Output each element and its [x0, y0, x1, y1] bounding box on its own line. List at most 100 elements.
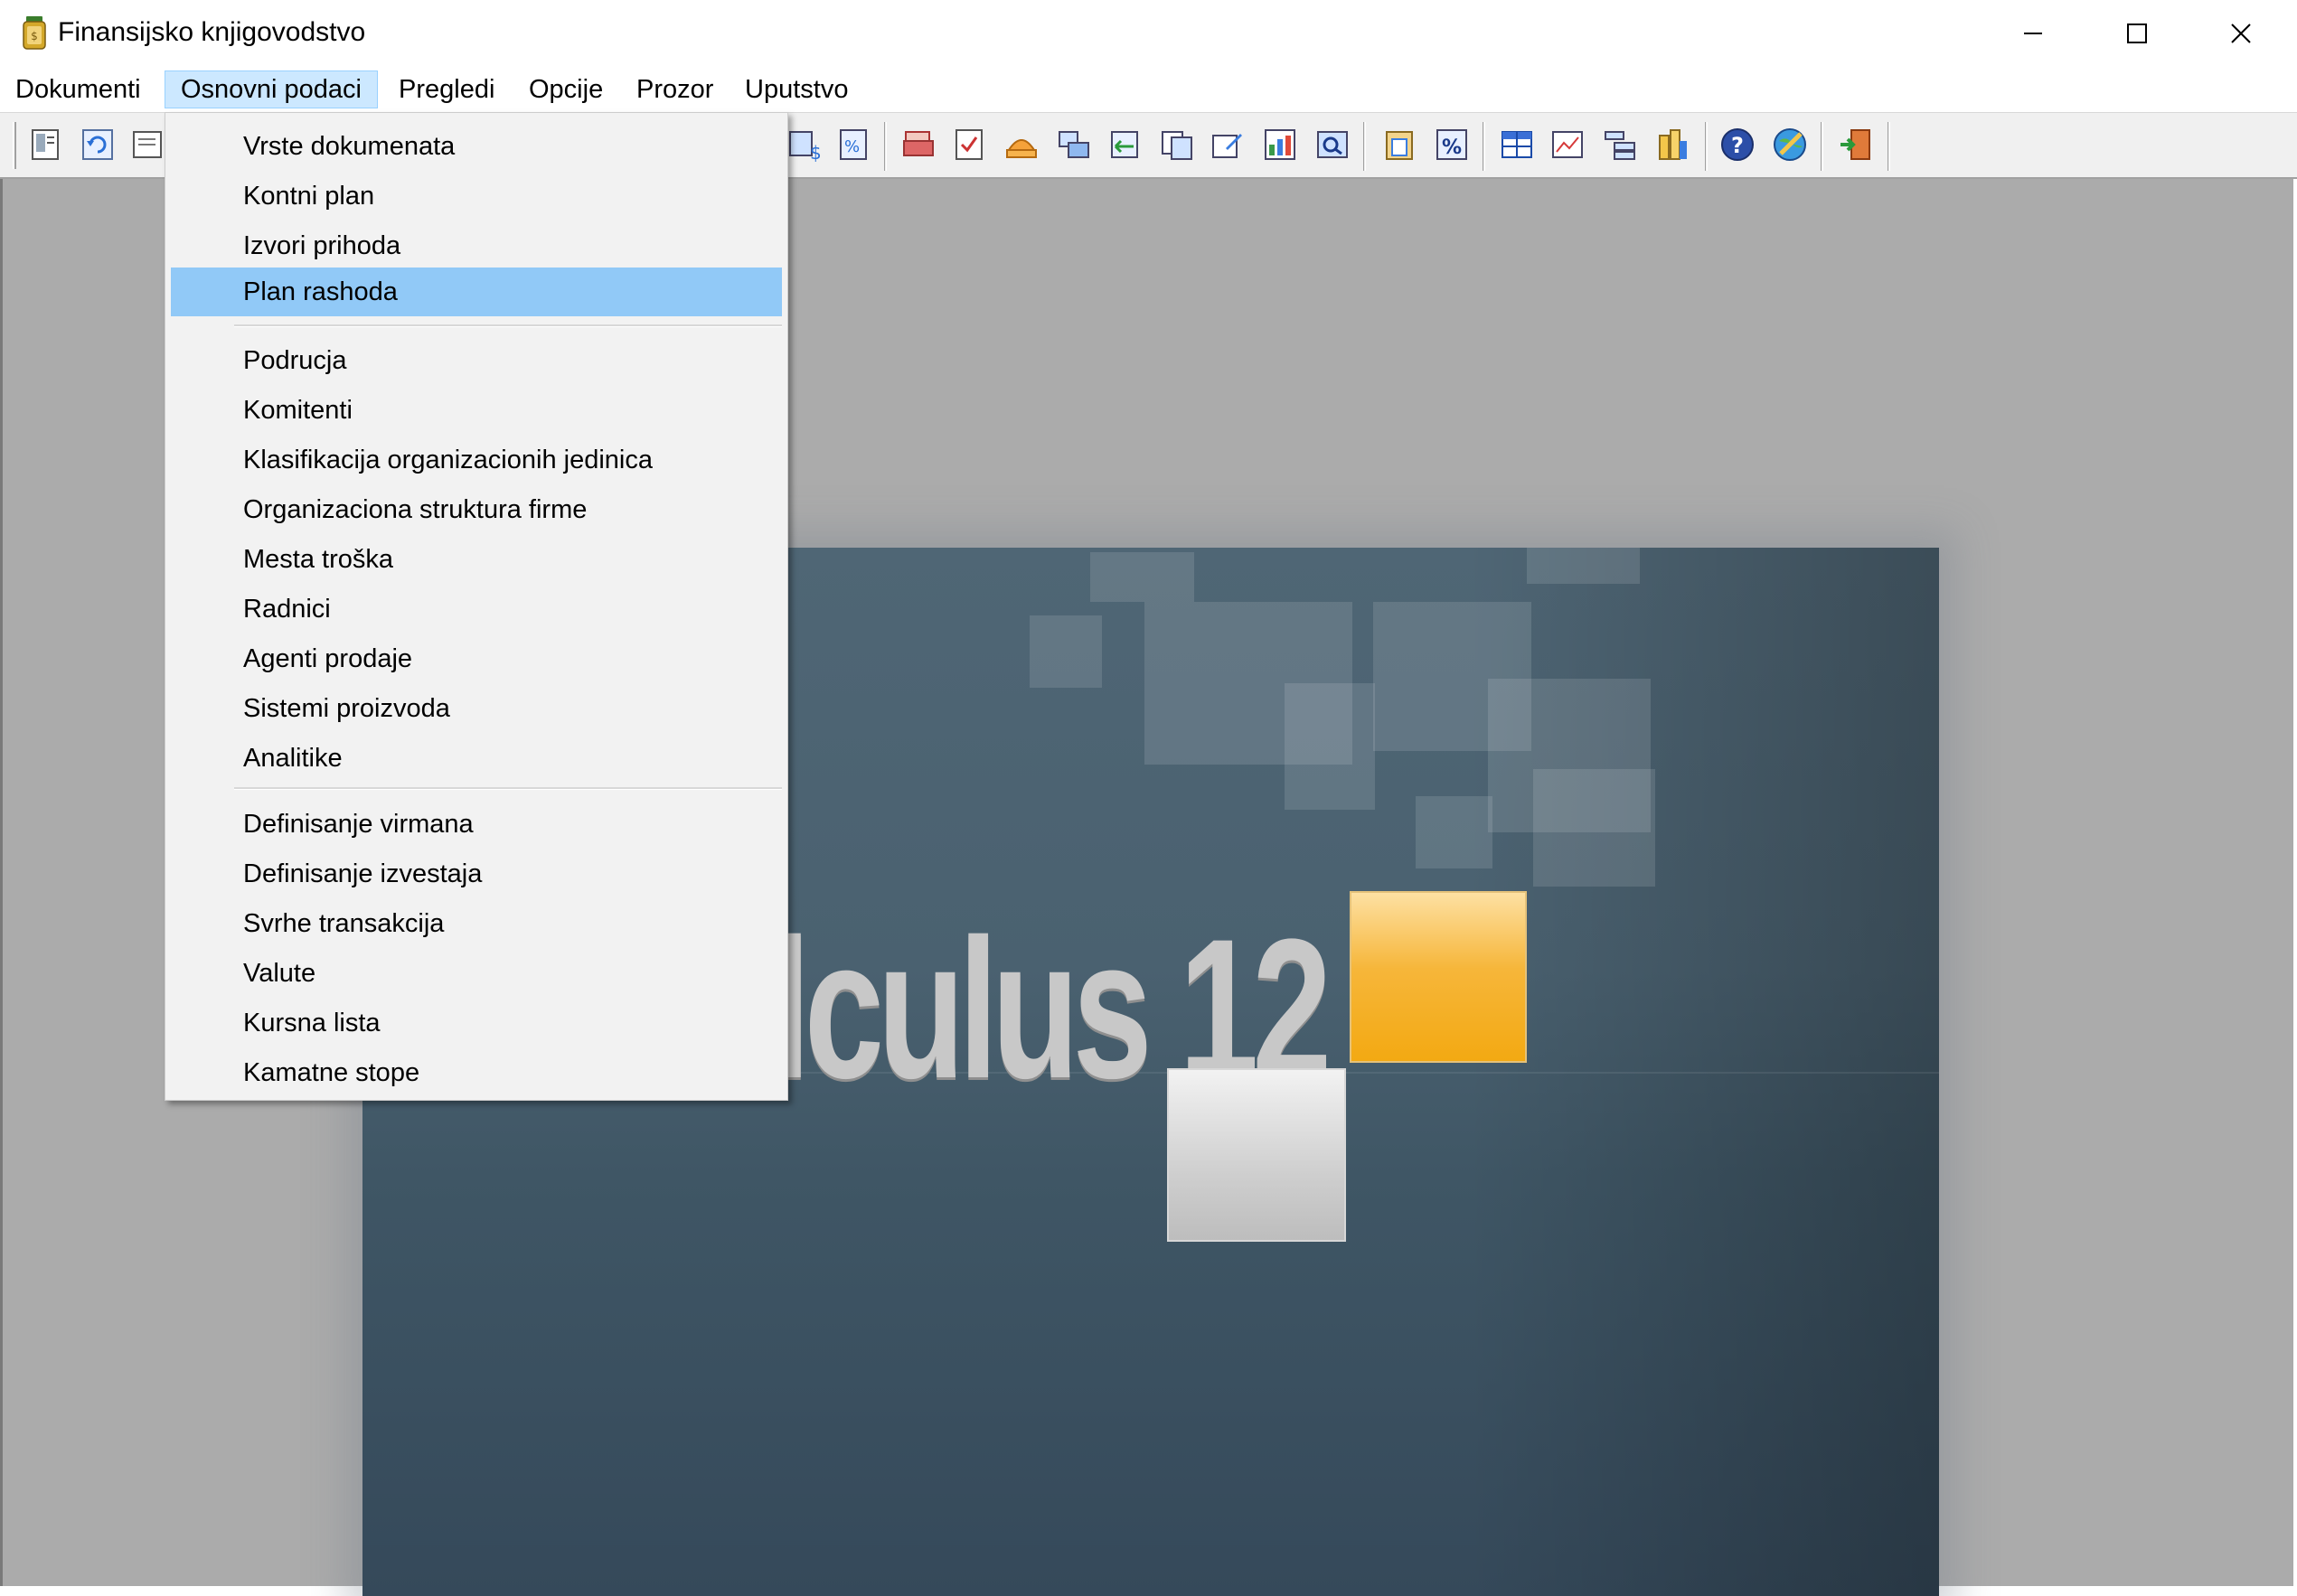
toolbar-button-calculator[interactable]: % [833, 125, 873, 164]
toolbar-button-list[interactable] [128, 125, 168, 164]
menu-item-vrste-dokumenata[interactable]: Vrste dokumenata [171, 122, 782, 171]
toolbar-button-globe[interactable] [1770, 125, 1810, 164]
coins-icon [1659, 129, 1687, 160]
decor-square [1416, 796, 1492, 868]
toolbar-button-tree[interactable] [1600, 125, 1640, 164]
toolbar-button-percent[interactable]: % [1432, 125, 1472, 164]
splash-grey-square [1167, 1068, 1346, 1242]
table-icon [1265, 129, 1295, 160]
toolbar-separator [1483, 122, 1485, 171]
decor-square [1527, 548, 1640, 584]
svg-text:$: $ [810, 142, 822, 163]
menu-item-definisanje-izvestaja[interactable]: Definisanje izvestaja [171, 850, 782, 898]
toolbar-separator [1705, 122, 1708, 171]
help-icon: ? [1721, 128, 1754, 161]
toolbar-button-clipboard[interactable] [1379, 125, 1419, 164]
minimize-icon [2023, 33, 2042, 34]
toolbar-button-transfer[interactable] [1105, 125, 1144, 164]
menu-item-agenti-prodaje[interactable]: Agenti prodaje [171, 634, 782, 683]
toolbar-button-stack[interactable] [1002, 125, 1041, 164]
menu-dokumenti[interactable]: Dokumenti [0, 70, 156, 108]
toolbar-button-windows[interactable] [1054, 125, 1094, 164]
toolbar-separator [1363, 122, 1366, 171]
svg-text:%: % [844, 137, 860, 156]
menu-item-valute[interactable]: Valute [171, 949, 782, 998]
list-icon [133, 131, 162, 158]
menu-pregledi[interactable]: Pregledi [383, 70, 510, 108]
toolbar-separator [1821, 122, 1823, 171]
stack-icon [1006, 139, 1037, 158]
menu-item-podrucja[interactable]: Podrucja [171, 336, 782, 385]
toolbar-button-help[interactable]: ? [1718, 125, 1757, 164]
toolbar-button-refresh[interactable] [78, 125, 118, 164]
toolbar-button-copy[interactable] [1157, 125, 1197, 164]
menu-opcije[interactable]: Opcije [513, 70, 618, 108]
menu-item-sistemi-proizvoda[interactable]: Sistemi proizvoda [171, 684, 782, 733]
menu-item-kamatne-stope[interactable]: Kamatne stope [171, 1048, 782, 1097]
menu-item-radnici[interactable]: Radnici [171, 585, 782, 634]
document-icon [32, 129, 59, 160]
decor-square [1285, 683, 1375, 810]
minimize-button[interactable] [1981, 0, 2085, 67]
maximize-icon [2126, 23, 2147, 43]
svg-text:?: ? [1731, 133, 1744, 158]
menu-item-organizaciona-struktura[interactable]: Organizaciona struktura firme [171, 485, 782, 534]
decor-square [1030, 615, 1102, 688]
menu-separator [234, 787, 782, 790]
grid-icon [1502, 131, 1532, 158]
toolbar-button-grid[interactable] [1497, 125, 1537, 164]
toolbar-button-table[interactable] [1260, 125, 1300, 164]
exit-icon [1840, 129, 1870, 160]
maximize-button[interactable] [2085, 0, 2189, 67]
toolbar-button-chart[interactable] [1548, 125, 1587, 164]
printer-icon [903, 131, 934, 156]
toolbar-button-exit[interactable] [1835, 125, 1875, 164]
menu-item-komitenti[interactable]: Komitenti [171, 386, 782, 435]
app-jar-icon: $ [22, 15, 47, 50]
close-button[interactable] [2189, 0, 2292, 67]
toolbar-button-edit[interactable] [1208, 125, 1247, 164]
toolbar-button-search[interactable] [1313, 125, 1352, 164]
splash-orange-square [1350, 891, 1527, 1063]
dropdown-osnovni-podaci: Vrste dokumenata Kontni plan Izvori prih… [165, 112, 788, 1101]
menu-item-analitike[interactable]: Analitike [171, 734, 782, 783]
menu-prozor[interactable]: Prozor [621, 70, 729, 108]
refresh-icon [82, 129, 113, 160]
toolbar-separator [884, 122, 887, 171]
finance-icon: $ [789, 131, 822, 163]
toolbar-button-coins[interactable] [1652, 125, 1692, 164]
menu-item-klasifikacija[interactable]: Klasifikacija organizacionih jedinica [171, 436, 782, 484]
menu-item-plan-rashoda[interactable]: Plan rashoda [171, 268, 782, 316]
menu-item-mesta-troska[interactable]: Mesta troška [171, 535, 782, 584]
menu-item-definisanje-virmana[interactable]: Definisanje virmana [171, 800, 782, 849]
menu-uputstvo[interactable]: Uputstvo [730, 70, 863, 108]
edit-icon [1212, 134, 1242, 158]
toolbar-button-document[interactable] [25, 125, 65, 164]
toolbar-separator [1887, 122, 1890, 171]
toolbar-button-printer[interactable] [899, 125, 938, 164]
decor-square [1533, 769, 1655, 887]
toolbar-button-checklist[interactable] [949, 125, 989, 164]
search-icon [1317, 131, 1348, 158]
windows-icon [1059, 131, 1089, 158]
menu-item-kursna-lista[interactable]: Kursna lista [171, 999, 782, 1047]
decor-square [1090, 552, 1194, 602]
transfer-icon [1111, 131, 1138, 158]
menu-separator [234, 324, 782, 327]
toolbar-grip[interactable] [13, 122, 16, 169]
menu-osnovni-podaci[interactable]: Osnovni podaci [165, 70, 378, 108]
copy-icon [1162, 131, 1192, 160]
menu-item-svrhe-transakcija[interactable]: Svrhe transakcija [171, 899, 782, 948]
menu-bar: Dokumenti Osnovni podaci Pregledi Opcije… [0, 67, 2297, 112]
clipboard-icon [1386, 131, 1413, 160]
calculator-icon: % [840, 129, 867, 160]
tree-icon [1605, 131, 1635, 160]
menu-item-kontni-plan[interactable]: Kontni plan [171, 172, 782, 221]
menu-item-izvori-prihoda[interactable]: Izvori prihoda [171, 221, 782, 270]
checklist-icon [956, 129, 983, 160]
window-title: Finansijsko knjigovodstvo [58, 17, 366, 47]
svg-text:%: % [1442, 136, 1462, 159]
chart-icon [1552, 131, 1583, 158]
toolbar-button-finance[interactable]: $ [785, 125, 824, 164]
close-icon [2230, 23, 2251, 43]
